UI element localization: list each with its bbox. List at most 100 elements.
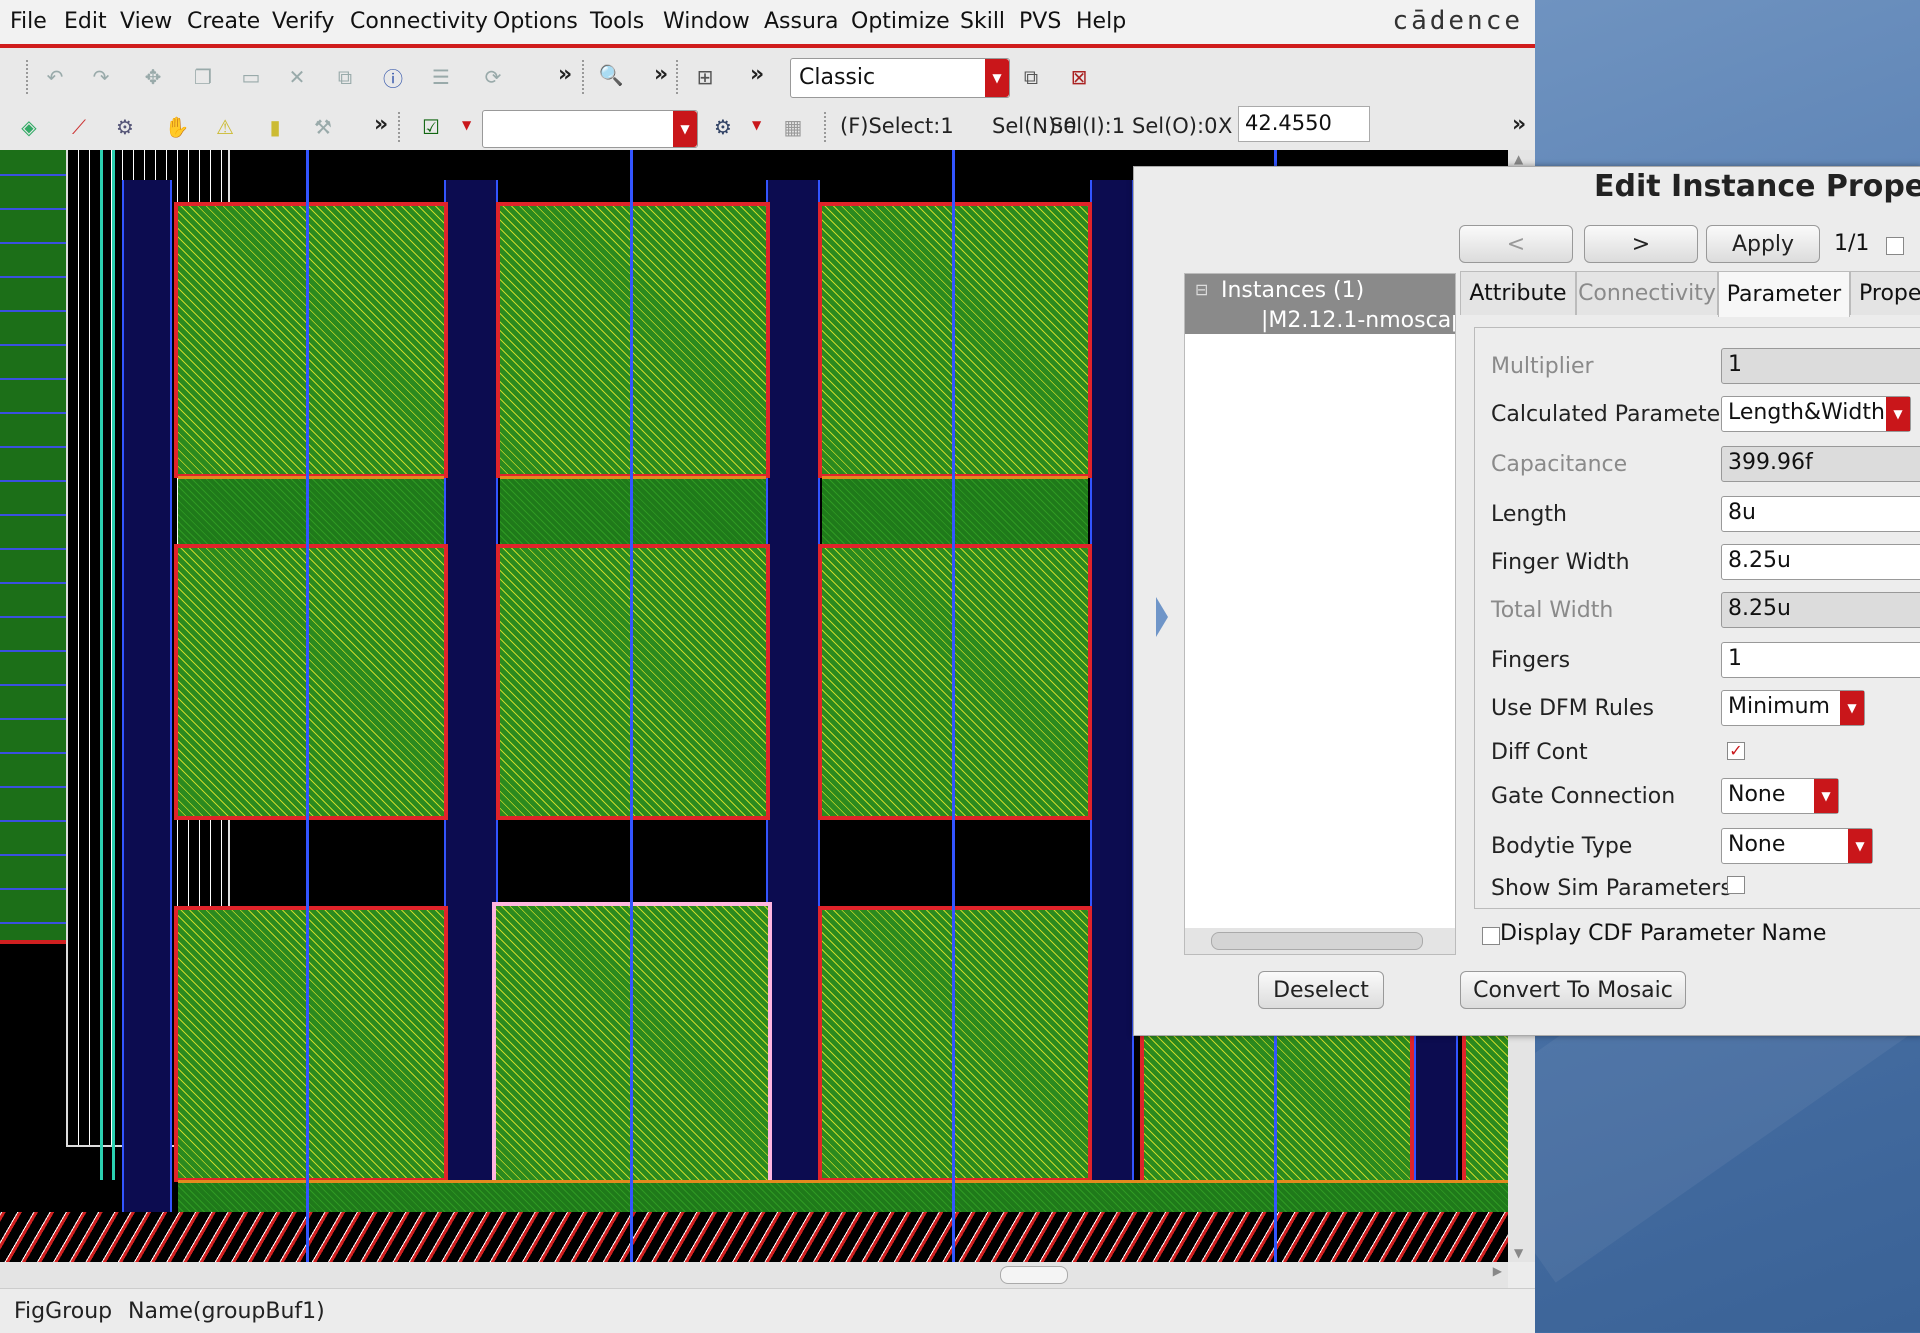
scroll-right-icon[interactable]: ▶ [1493, 1264, 1502, 1278]
via-icon[interactable]: ⚒ [310, 114, 336, 140]
previous-button[interactable]: < [1459, 225, 1573, 263]
multiplier-field[interactable]: 1 [1721, 348, 1920, 384]
align-icon[interactable]: ☰ [428, 64, 454, 90]
calculated-parameter-value: Length&Width [1728, 400, 1885, 425]
deselect-button[interactable]: Deselect [1258, 971, 1384, 1009]
common-checkbox[interactable] [1886, 237, 1904, 255]
warning-icon[interactable]: ⚠ [212, 114, 238, 140]
next-button[interactable]: > [1584, 225, 1698, 263]
toolbar-overflow-chevron-icon[interactable]: » [654, 62, 668, 87]
menu-verify[interactable]: Verify [272, 9, 334, 34]
zoom-search-icon[interactable]: 🔍 [598, 62, 624, 88]
tree-horizontal-scrollbar[interactable] [1185, 928, 1455, 954]
checklist-icon[interactable]: ☑ [418, 114, 444, 140]
probe-icon[interactable]: ✋ [164, 114, 190, 140]
layout-shape-diffusion [500, 476, 766, 552]
menu-edit[interactable]: Edit [64, 9, 107, 34]
merge-icon[interactable]: ⧉ [332, 64, 358, 90]
gear-dropdown-icon[interactable]: ▼ [752, 118, 761, 132]
redo-icon[interactable]: ↷ [88, 64, 114, 90]
pointer-icon[interactable]: ⚙ [112, 114, 138, 140]
menu-pvs[interactable]: PVS [1019, 9, 1061, 34]
menu-assura[interactable]: Assura [764, 9, 838, 34]
tab-connectivity[interactable]: Connectivity [1576, 271, 1718, 315]
toolbar-overflow-chevron-icon[interactable]: » [750, 62, 764, 87]
toolbar-overflow-chevron-icon[interactable]: » [1512, 112, 1526, 137]
grid-icon[interactable]: ▦ [780, 114, 806, 140]
menu-view[interactable]: View [120, 9, 172, 34]
bodytie-type-value: None [1728, 832, 1786, 857]
menu-create[interactable]: Create [187, 9, 260, 34]
calculated-parameter-combo[interactable]: Length&Width ▼ [1721, 396, 1911, 432]
tree-child-item[interactable]: |M2.12.1-nmoscap2 [1261, 308, 1455, 333]
workspace-save-icon[interactable]: ⧉ [1018, 64, 1044, 90]
total-width-label: Total Width [1491, 598, 1614, 623]
layout-shape-bus [122, 180, 172, 1262]
tab-parameter[interactable]: Parameter [1718, 271, 1850, 317]
apply-button[interactable]: Apply [1706, 225, 1820, 263]
toolbar-grip[interactable] [582, 60, 590, 94]
toolbar-grip[interactable] [26, 60, 34, 94]
layout-shape-bus [1090, 180, 1134, 1262]
capacitance-field[interactable]: 399.96f [1721, 446, 1920, 482]
properties-icon[interactable]: ⓘ [380, 64, 406, 91]
menu-help[interactable]: Help [1076, 9, 1126, 34]
rotate-icon[interactable]: ⟳ [480, 64, 506, 90]
tab-attribute[interactable]: Attribute [1460, 271, 1576, 315]
layout-shape-capacitor [174, 544, 448, 820]
menu-connectivity[interactable]: Connectivity [350, 9, 488, 34]
scroll-up-icon[interactable]: ▲ [1514, 152, 1523, 166]
workspace-combo[interactable]: Classic ▼ [790, 58, 1010, 98]
finger-width-field[interactable]: 8.25u [1721, 544, 1920, 580]
move-icon[interactable]: ✥ [140, 64, 166, 90]
gear-icon[interactable]: ⚙ [710, 114, 736, 140]
menu-tools[interactable]: Tools [590, 9, 644, 34]
total-width-field[interactable]: 8.25u [1721, 592, 1920, 628]
gate-connection-label: Gate Connection [1491, 784, 1676, 809]
gate-connection-combo[interactable]: None ▼ [1721, 778, 1839, 814]
toolbar-overflow-chevron-icon[interactable]: » [374, 112, 388, 137]
hierarchy-icon[interactable]: ⊞ [692, 64, 718, 90]
tree-root-item[interactable]: Instances (1) [1221, 278, 1364, 303]
panel-expand-arrow-icon[interactable] [1156, 597, 1168, 637]
length-field[interactable]: 8u [1721, 496, 1920, 532]
ruler-icon[interactable]: ⟋ [66, 114, 92, 140]
canvas-horizontal-scrollbar[interactable]: ▶ [0, 1262, 1508, 1288]
layout-shape-diffusion [822, 476, 1088, 552]
menu-skill[interactable]: Skill [960, 9, 1005, 34]
undo-icon[interactable]: ↶ [42, 64, 68, 90]
menu-file[interactable]: File [10, 9, 47, 34]
use-dfm-rules-label: Use DFM Rules [1491, 696, 1655, 721]
toolbar-grip[interactable] [398, 112, 406, 142]
layout-shape-metal-line [112, 150, 115, 1180]
delete-icon[interactable]: ✕ [284, 64, 310, 90]
workspace-delete-icon[interactable]: ⊠ [1066, 64, 1092, 90]
convert-to-mosaic-button[interactable]: Convert To Mosaic [1460, 971, 1686, 1009]
horizontal-scroll-thumb[interactable] [1000, 1266, 1068, 1284]
menu-window[interactable]: Window [663, 9, 750, 34]
fingers-field[interactable]: 1 [1721, 642, 1920, 678]
use-dfm-rules-combo[interactable]: Minimum ▼ [1721, 690, 1865, 726]
bodytie-type-combo[interactable]: None ▼ [1721, 828, 1873, 864]
show-sim-parameters-checkbox[interactable] [1727, 876, 1745, 894]
tree-collapse-icon[interactable]: ⊟ [1195, 280, 1208, 299]
layer-icon[interactable]: ◈ [16, 114, 42, 140]
instance-tree[interactable]: ⊟ Instances (1) |M2.12.1-nmoscap2 [1184, 273, 1456, 955]
menu-options[interactable]: Options [493, 9, 578, 34]
coordinate-x-field[interactable]: 42.4550 [1238, 106, 1370, 142]
tab-property[interactable]: Prope [1850, 271, 1920, 315]
diff-cont-checkbox[interactable]: ✓ [1727, 742, 1745, 760]
menu-optimize[interactable]: Optimize [851, 9, 950, 34]
diff-cont-label: Diff Cont [1491, 740, 1588, 765]
display-cdf-parameter-name-checkbox[interactable] [1482, 927, 1500, 945]
checklist-dropdown-icon[interactable]: ▼ [462, 118, 471, 132]
toolbar-grip[interactable] [676, 60, 684, 94]
tree-scroll-thumb[interactable] [1211, 932, 1423, 950]
stretch-icon[interactable]: ▭ [238, 64, 264, 90]
scroll-down-icon[interactable]: ▼ [1514, 1246, 1523, 1260]
toolbar-grip[interactable] [824, 112, 832, 142]
toolbar-overflow-chevron-icon[interactable]: » [558, 62, 572, 87]
filter-combo[interactable]: ▼ [482, 110, 698, 148]
copy-icon[interactable]: ❐ [190, 64, 216, 90]
marker-icon[interactable]: ▮ [262, 114, 288, 140]
